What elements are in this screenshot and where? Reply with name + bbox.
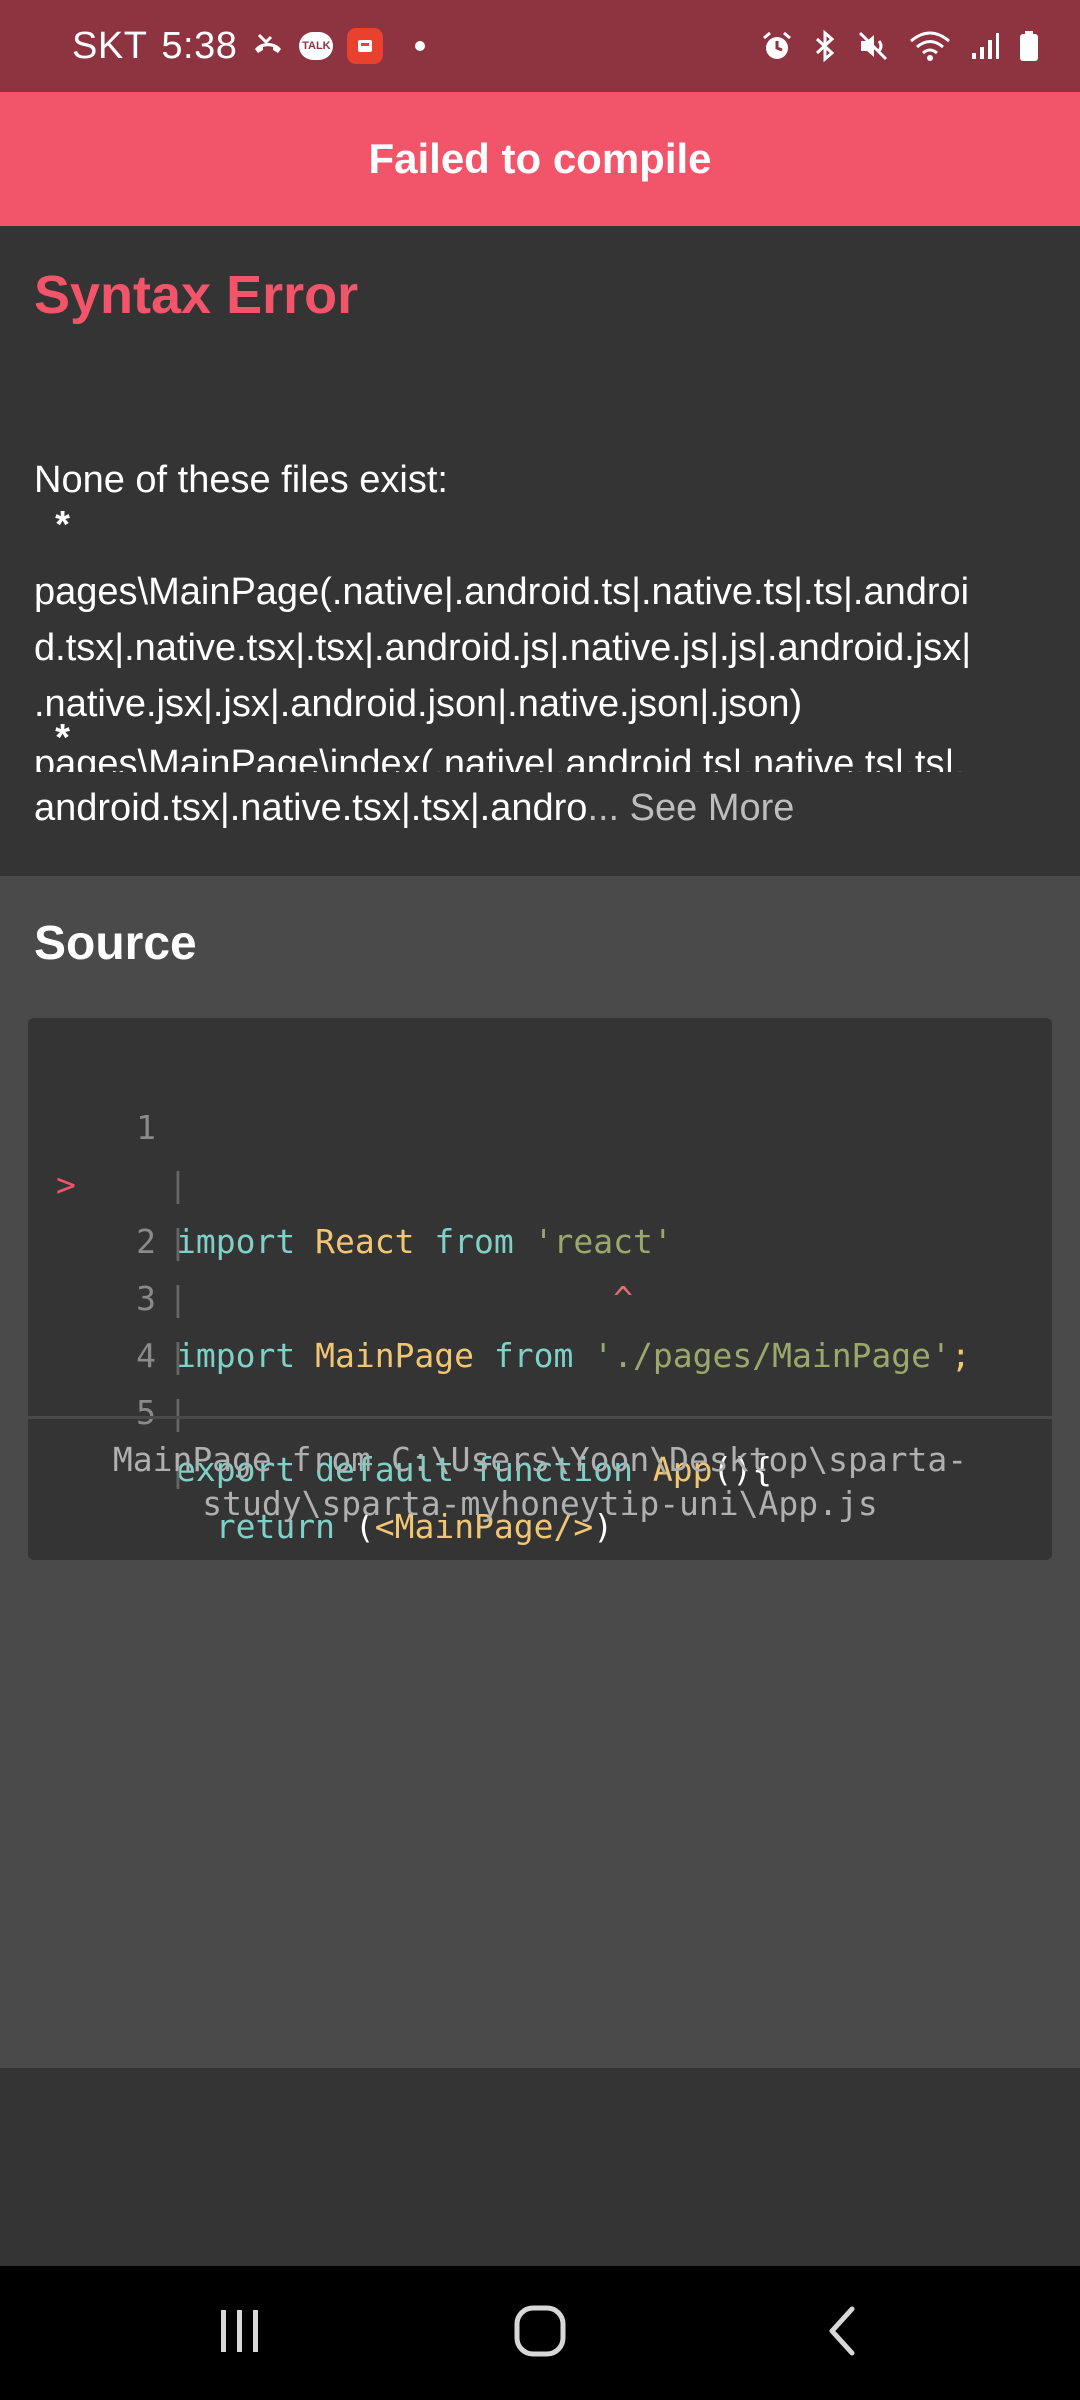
error-title: Syntax Error [34,265,359,325]
carrier-label: SKT [72,24,148,67]
battery-icon [1018,29,1040,63]
bluetooth-icon [812,29,838,63]
home-icon [512,2303,568,2364]
code-line: 1 | import React from 'react' [28,1042,1052,1261]
home-button[interactable] [460,2266,620,2400]
code-divider [28,1416,1052,1419]
status-right [760,0,1040,92]
talk-icon: TALK [299,32,334,60]
compile-error-header: Failed to compile [0,92,1080,226]
code-frame: 1 | import React from 'react' > 2 | impo… [28,1018,1052,1560]
code-line-caret: | ^ [28,1156,1052,1318]
mute-icon [856,29,890,63]
error-line: pages\MainPage(.native|.android.ts|.nati… [34,571,970,613]
ellipsis: ... [587,787,620,829]
see-more-link[interactable]: See More [619,787,795,829]
signal-icon [970,29,1000,63]
code-line: 4 | export default function App(){ [28,1270,1052,1489]
notification-dot [415,41,426,51]
source-location: MainPage from C:\Users\Yoon\Desktop\spar… [28,1438,1052,1526]
source-location-line: MainPage from C:\Users\Yoon\Desktop\spar… [112,1440,968,1479]
clock-label: 5:38 [161,24,238,67]
error-line: pages\MainPage\index(.native|.android.ts… [34,743,965,772]
error-message-panel: Syntax Error None of these files exist: … [0,226,1080,876]
recent-apps-button[interactable] [160,2266,320,2400]
error-line: .native.jsx|.jsx|.android.json|.native.j… [34,683,803,725]
missed-call-icon [251,29,285,63]
wifi-icon [908,29,952,63]
code-line: 3 | [28,1213,1052,1375]
code-lines: 1 | import React from 'react' > 2 | impo… [28,1042,1052,1546]
code-line-error: > 2 | import MainPage from './pages/Main… [28,1099,1052,1375]
footer-panel [0,2068,1080,2266]
source-location-line: study\sparta-myhoneytip-uni\App.js [202,1484,878,1523]
error-line: d.tsx|.native.tsx|.tsx|.android.js|.nati… [34,627,972,669]
app-icon [347,28,384,64]
alarm-icon [760,29,794,63]
truncated-line: android.tsx|.native.tsx|.tsx|.andro [34,787,588,829]
back-icon [822,2303,862,2364]
back-button[interactable] [762,2266,922,2400]
gutter-bar: | [168,1393,188,1432]
status-bar: SKT 5:38 TALK [0,0,1080,92]
error-line: None of these files exist: [34,459,448,501]
line-number: 5 [136,1393,156,1432]
status-left: SKT 5:38 TALK [72,0,426,92]
header-title: Failed to compile [368,135,712,182]
error-lines: None of these files exist: * pages\MainP… [34,452,1046,772]
truncated-row: android.tsx|.native.tsx|.tsx|.andro... S… [34,780,1046,836]
navigation-bar [0,2266,1080,2400]
source-title: Source [34,917,197,970]
code-line: 5 | return (<MainPage/>) [28,1327,1052,1546]
recent-apps-icon [215,2306,265,2361]
error-line: * [34,504,70,546]
